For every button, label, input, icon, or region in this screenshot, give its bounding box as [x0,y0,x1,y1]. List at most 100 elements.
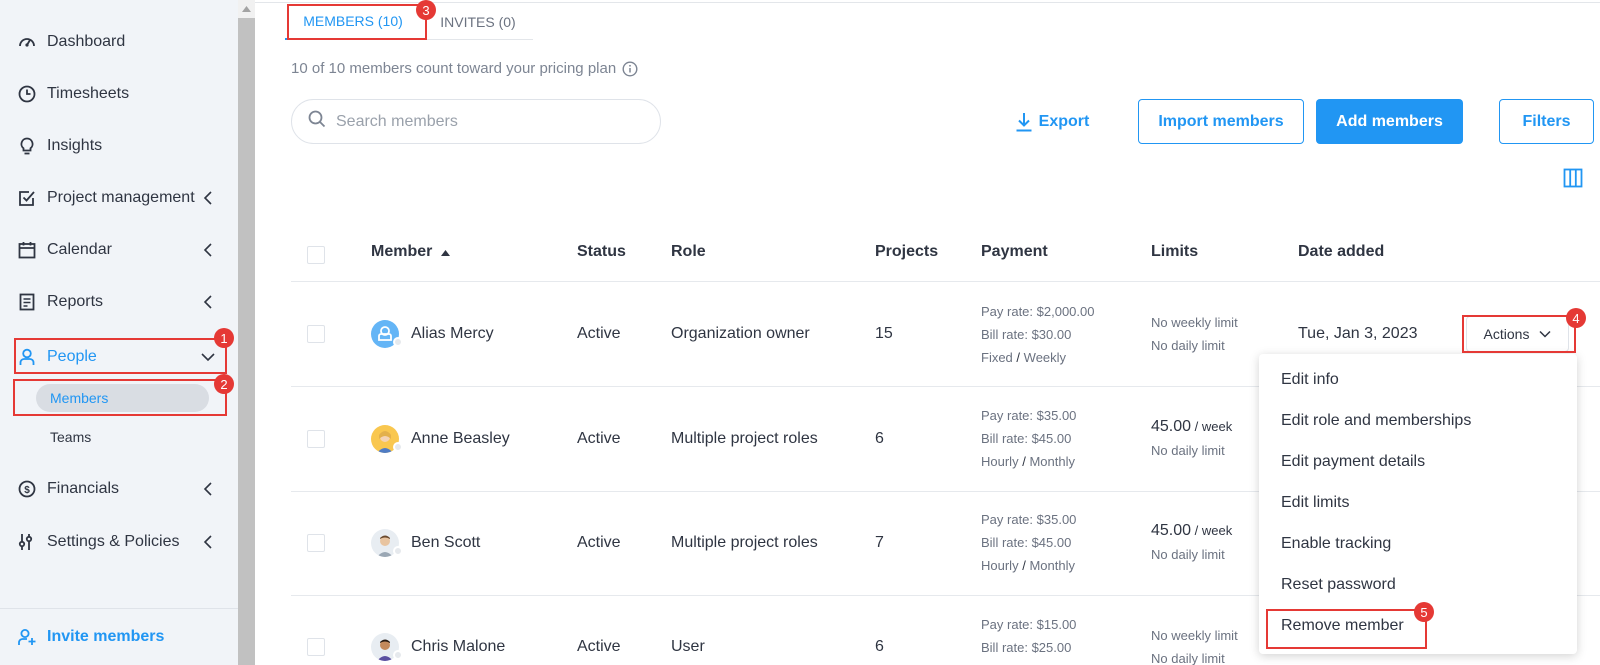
pay-rate: Pay rate: $35.00 [981,408,1077,423]
status-dot [393,546,403,556]
sidebar-subitem-teams[interactable]: Teams [50,429,91,445]
weekly-limit-unit: / week [1194,523,1233,538]
member-projects: 6 [875,430,884,447]
status-dot [393,337,403,347]
sidebar-item-insights[interactable]: Insights [0,126,238,166]
sidebar-scrollbar[interactable] [238,0,255,665]
pay-rate: Pay rate: $2,000.00 [981,304,1095,319]
sidebar-item-dashboard[interactable]: Dashboard [0,22,238,62]
sidebar-item-label: Reports [47,293,104,310]
column-header-projects: Projects [875,243,939,260]
pay-rate: Pay rate: $15.00 [981,617,1077,632]
column-header-date-added: Date added [1298,243,1385,260]
pricing-plan-note: 10 of 10 members count toward your prici… [291,60,638,77]
export-button[interactable]: Export [1011,99,1093,144]
dashboard-icon [17,32,37,52]
add-person-icon [17,627,37,647]
pay-type-value: Hourly [981,454,1019,469]
chevron-down-icon [200,349,216,365]
column-header-member-label: Member [371,243,433,261]
actions-label: Actions [1483,326,1530,342]
sidebar-item-reports[interactable]: Reports [0,282,238,322]
menu-item-edit-info[interactable]: Edit info [1281,371,1339,389]
menu-item-reset-password[interactable]: Reset password [1281,576,1396,594]
sidebar-item-financials[interactable]: $ Financials [0,469,238,509]
row-checkbox[interactable] [307,534,325,552]
invite-members-label: Invite members [47,628,165,645]
pay-period-value: Monthly [1029,558,1075,573]
menu-item-edit-limits[interactable]: Edit limits [1281,494,1349,512]
member-name[interactable]: Alias Mercy [411,325,494,343]
add-members-button[interactable]: Add members [1316,99,1463,144]
chevron-left-icon [200,190,216,206]
row-checkbox[interactable] [307,430,325,448]
import-members-button[interactable]: Import members [1138,99,1304,144]
daily-limit: No daily limit [1151,338,1225,353]
select-all-checkbox[interactable] [307,246,325,264]
daily-limit: No daily limit [1151,651,1225,665]
member-name[interactable]: Anne Beasley [411,430,510,448]
column-header-limits: Limits [1151,243,1199,260]
pay-type: Fixed / Weekly [981,350,1067,365]
member-status: Active [577,325,621,342]
scroll-up-arrow-icon[interactable] [238,0,255,18]
columns-icon[interactable] [1563,168,1583,188]
column-header-role: Role [671,243,706,260]
filters-button[interactable]: Filters [1499,99,1594,144]
chevron-left-icon [200,481,216,497]
member-role: Multiple project roles [671,534,818,551]
actions-dropdown-button[interactable]: Actions [1466,316,1569,352]
invite-members-button[interactable]: Invite members [0,608,238,665]
dollar-icon: $ [17,479,37,499]
calendar-icon [17,240,37,260]
tab-members[interactable]: MEMBERS (10) [285,4,421,40]
menu-item-remove-member[interactable]: Remove member [1281,617,1404,635]
sidebar: Dashboard Timesheets Insights Project ma… [0,0,238,665]
tab-invites[interactable]: INVITES (0) [423,4,533,40]
annotation-badge: 5 [1414,602,1434,622]
search-input[interactable] [336,112,636,131]
weekly-limit-value: 45.00 [1151,522,1192,539]
pay-period-value: Weekly [1023,350,1067,365]
sidebar-item-label: Timesheets [47,85,130,102]
chevron-down-icon [1539,330,1551,338]
annotation-badge: 2 [214,374,234,394]
report-icon [17,292,37,312]
status-dot [393,442,403,452]
member-status: Active [577,430,621,447]
menu-item-edit-role[interactable]: Edit role and memberships [1281,412,1471,430]
main-content: MEMBERS (10) INVITES (0) 10 of 10 member… [255,0,1600,665]
weekly-limit-value: 45.00 [1151,418,1192,435]
bill-rate: Bill rate: $45.00 [981,535,1072,550]
sidebar-item-calendar[interactable]: Calendar [0,230,238,270]
bill-rate: Bill rate: $30.00 [981,327,1072,342]
menu-item-enable-tracking[interactable]: Enable tracking [1281,535,1391,553]
weekly-limit: No weekly limit [1151,315,1238,330]
chevron-left-icon [200,294,216,310]
row-checkbox[interactable] [307,325,325,343]
sidebar-item-label: Financials [47,480,120,497]
member-name[interactable]: Ben Scott [411,534,480,552]
member-name[interactable]: Chris Malone [411,638,505,656]
sidebar-item-settings-policies[interactable]: Settings & Policies [0,522,238,562]
weekly-limit: 45.00 / week [1151,522,1232,540]
sidebar-item-people[interactable]: People [0,337,238,377]
svg-text:$: $ [24,485,30,496]
member-projects: 6 [875,638,884,655]
annotation-badge: 4 [1566,308,1586,328]
sidebar-item-label: Insights [47,137,103,154]
column-header-member[interactable]: Member [371,243,450,261]
row-checkbox[interactable] [307,638,325,656]
person-icon [17,347,37,367]
checkbox-icon [17,188,37,208]
menu-item-edit-payment[interactable]: Edit payment details [1281,453,1425,471]
sidebar-item-project-management[interactable]: Project management [0,178,238,218]
status-dot [393,650,403,660]
sidebar-subitem-members[interactable]: Members [36,384,209,412]
chevron-left-icon [200,242,216,258]
sidebar-item-label: Settings & Policies [47,533,180,550]
sliders-icon [17,532,37,552]
lightbulb-icon [17,136,37,156]
info-icon[interactable] [622,60,638,77]
sidebar-item-timesheets[interactable]: Timesheets [0,74,238,114]
